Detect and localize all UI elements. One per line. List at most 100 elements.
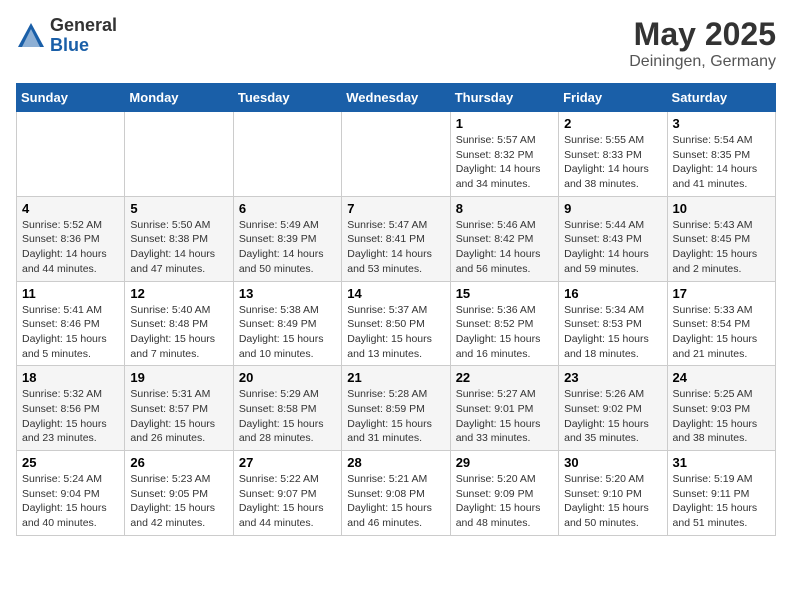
calendar-cell: 1 Sunrise: 5:57 AM Sunset: 8:32 PM Daylig… [450,112,558,197]
logo: General Blue [16,16,117,56]
day-number: 5 [130,201,227,216]
calendar-cell: 8 Sunrise: 5:46 AM Sunset: 8:42 PM Daylig… [450,196,558,281]
calendar-cell: 14Sunrise: 5:37 AM Sunset: 8:50 PM Dayli… [342,281,450,366]
calendar-cell: 4 Sunrise: 5:52 AM Sunset: 8:36 PM Daylig… [17,196,125,281]
day-number: 4 [22,201,119,216]
day-number: 6 [239,201,336,216]
day-number: 12 [130,286,227,301]
day-info: Sunrise: 5:24 AM Sunset: 9:04 PM Dayligh… [22,472,119,531]
day-info: Sunrise: 5:38 AM Sunset: 8:49 PM Dayligh… [239,303,336,362]
calendar-cell [342,112,450,197]
day-info: Sunrise: 5:22 AM Sunset: 9:07 PM Dayligh… [239,472,336,531]
calendar-cell: 16Sunrise: 5:34 AM Sunset: 8:53 PM Dayli… [559,281,667,366]
calendar-week-row: 25 Sunrise: 5:24 AM Sunset: 9:04 PM Dayli… [17,451,776,536]
calendar-cell [233,112,341,197]
day-number: 24 [673,370,770,385]
day-number: 23 [564,370,661,385]
calendar-cell: 18 Sunrise: 5:32 AM Sunset: 8:56 PM Dayli… [17,366,125,451]
day-number: 22 [456,370,553,385]
location-title: Deiningen, Germany [629,53,776,71]
day-info: Sunrise: 5:55 AM Sunset: 8:33 PM Dayligh… [564,133,661,192]
day-of-week-header: Thursday [450,84,558,112]
day-info: Sunrise: 5:21 AM Sunset: 9:08 PM Dayligh… [347,472,444,531]
day-number: 3 [673,116,770,131]
page-header: General Blue May 2025 Deiningen, Germany [16,16,776,71]
day-number: 18 [22,370,119,385]
calendar-table: SundayMondayTuesdayWednesdayThursdayFrid… [16,83,776,536]
calendar-cell: 29 Sunrise: 5:20 AM Sunset: 9:09 PM Dayli… [450,451,558,536]
calendar-cell: 2Sunrise: 5:55 AM Sunset: 8:33 PM Daylig… [559,112,667,197]
day-number: 26 [130,455,227,470]
day-info: Sunrise: 5:25 AM Sunset: 9:03 PM Dayligh… [673,387,770,446]
logo-general-label: General [50,16,117,36]
day-number: 15 [456,286,553,301]
calendar-cell: 20 Sunrise: 5:29 AM Sunset: 8:58 PM Dayli… [233,366,341,451]
title-area: May 2025 Deiningen, Germany [629,16,776,71]
day-info: Sunrise: 5:36 AM Sunset: 8:52 PM Dayligh… [456,303,553,362]
day-info: Sunrise: 5:32 AM Sunset: 8:56 PM Dayligh… [22,387,119,446]
day-info: Sunrise: 5:43 AM Sunset: 8:45 PM Dayligh… [673,218,770,277]
day-info: Sunrise: 5:57 AM Sunset: 8:32 PM Dayligh… [456,133,553,192]
day-info: Sunrise: 5:26 AM Sunset: 9:02 PM Dayligh… [564,387,661,446]
calendar-cell: 31Sunrise: 5:19 AM Sunset: 9:11 PM Dayli… [667,451,775,536]
calendar-cell: 13Sunrise: 5:38 AM Sunset: 8:49 PM Dayli… [233,281,341,366]
day-number: 9 [564,201,661,216]
day-number: 8 [456,201,553,216]
logo-icon [16,21,46,51]
calendar-cell: 23 Sunrise: 5:26 AM Sunset: 9:02 PM Dayli… [559,366,667,451]
day-number: 10 [673,201,770,216]
day-of-week-header: Friday [559,84,667,112]
calendar-cell: 26 Sunrise: 5:23 AM Sunset: 9:05 PM Dayli… [125,451,233,536]
day-info: Sunrise: 5:19 AM Sunset: 9:11 PM Dayligh… [673,472,770,531]
calendar-cell: 21 Sunrise: 5:28 AM Sunset: 8:59 PM Dayli… [342,366,450,451]
calendar-cell: 15 Sunrise: 5:36 AM Sunset: 8:52 PM Dayli… [450,281,558,366]
calendar-cell [125,112,233,197]
logo-text: General Blue [50,16,117,56]
day-number: 16 [564,286,661,301]
calendar-cell: 9 Sunrise: 5:44 AM Sunset: 8:43 PM Daylig… [559,196,667,281]
day-info: Sunrise: 5:37 AM Sunset: 8:50 PM Dayligh… [347,303,444,362]
calendar-body: 1 Sunrise: 5:57 AM Sunset: 8:32 PM Daylig… [17,112,776,536]
calendar-cell [17,112,125,197]
day-info: Sunrise: 5:23 AM Sunset: 9:05 PM Dayligh… [130,472,227,531]
calendar-cell: 25 Sunrise: 5:24 AM Sunset: 9:04 PM Dayli… [17,451,125,536]
day-info: Sunrise: 5:49 AM Sunset: 8:39 PM Dayligh… [239,218,336,277]
calendar-cell: 11 Sunrise: 5:41 AM Sunset: 8:46 PM Dayli… [17,281,125,366]
day-number: 21 [347,370,444,385]
day-of-week-header: Tuesday [233,84,341,112]
day-info: Sunrise: 5:52 AM Sunset: 8:36 PM Dayligh… [22,218,119,277]
day-number: 11 [22,286,119,301]
calendar-week-row: 11 Sunrise: 5:41 AM Sunset: 8:46 PM Dayli… [17,281,776,366]
day-info: Sunrise: 5:20 AM Sunset: 9:09 PM Dayligh… [456,472,553,531]
calendar-week-row: 4 Sunrise: 5:52 AM Sunset: 8:36 PM Daylig… [17,196,776,281]
calendar-cell: 5 Sunrise: 5:50 AM Sunset: 8:38 PM Daylig… [125,196,233,281]
calendar-cell: 30Sunrise: 5:20 AM Sunset: 9:10 PM Dayli… [559,451,667,536]
calendar-cell: 24 Sunrise: 5:25 AM Sunset: 9:03 PM Dayli… [667,366,775,451]
day-info: Sunrise: 5:40 AM Sunset: 8:48 PM Dayligh… [130,303,227,362]
calendar-cell: 22 Sunrise: 5:27 AM Sunset: 9:01 PM Dayli… [450,366,558,451]
month-title: May 2025 [629,16,776,53]
logo-blue-label: Blue [50,36,117,56]
day-number: 1 [456,116,553,131]
day-info: Sunrise: 5:50 AM Sunset: 8:38 PM Dayligh… [130,218,227,277]
day-info: Sunrise: 5:46 AM Sunset: 8:42 PM Dayligh… [456,218,553,277]
day-number: 20 [239,370,336,385]
calendar-week-row: 1 Sunrise: 5:57 AM Sunset: 8:32 PM Daylig… [17,112,776,197]
calendar-cell: 3Sunrise: 5:54 AM Sunset: 8:35 PM Daylig… [667,112,775,197]
day-info: Sunrise: 5:27 AM Sunset: 9:01 PM Dayligh… [456,387,553,446]
day-info: Sunrise: 5:47 AM Sunset: 8:41 PM Dayligh… [347,218,444,277]
day-number: 28 [347,455,444,470]
day-number: 27 [239,455,336,470]
day-number: 25 [22,455,119,470]
calendar-week-row: 18 Sunrise: 5:32 AM Sunset: 8:56 PM Dayli… [17,366,776,451]
day-info: Sunrise: 5:29 AM Sunset: 8:58 PM Dayligh… [239,387,336,446]
day-number: 7 [347,201,444,216]
day-info: Sunrise: 5:28 AM Sunset: 8:59 PM Dayligh… [347,387,444,446]
day-info: Sunrise: 5:41 AM Sunset: 8:46 PM Dayligh… [22,303,119,362]
day-number: 29 [456,455,553,470]
day-info: Sunrise: 5:44 AM Sunset: 8:43 PM Dayligh… [564,218,661,277]
day-of-week-header: Saturday [667,84,775,112]
calendar-header: SundayMondayTuesdayWednesdayThursdayFrid… [17,84,776,112]
day-number: 17 [673,286,770,301]
calendar-cell: 6 Sunrise: 5:49 AM Sunset: 8:39 PM Daylig… [233,196,341,281]
